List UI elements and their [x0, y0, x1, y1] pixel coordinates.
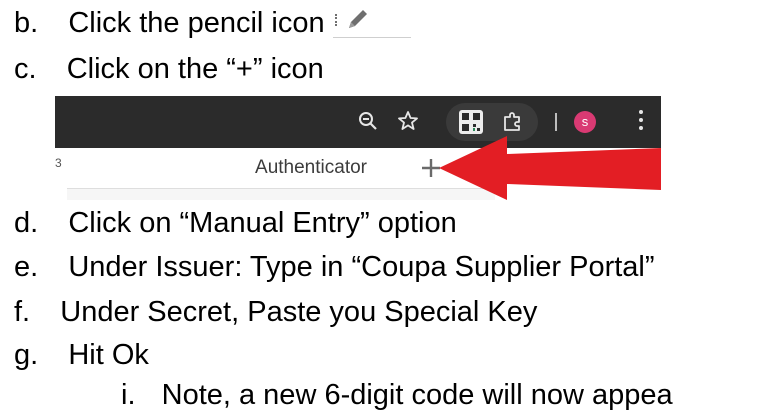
step-marker: c.	[14, 53, 37, 85]
pencil-icon	[332, 6, 411, 40]
step-e: e. Under Issuer: Type in “Coupa Supplier…	[14, 250, 655, 284]
substep-i: i. Note, a new 6-digit code will now app…	[121, 378, 673, 412]
step-marker: g.	[14, 339, 39, 371]
step-marker: b.	[14, 7, 39, 39]
step-text: Click the pencil icon	[68, 7, 325, 39]
step-text: Click on “Manual Entry” option	[68, 207, 457, 239]
step-c: c. Click on the “+” icon	[14, 52, 324, 86]
step-b: b. Click the pencil icon	[14, 6, 411, 40]
red-arrow-icon	[439, 136, 661, 200]
step-text: Click on the “+” icon	[66, 53, 324, 85]
step-text: Under Issuer: Type in “Coupa Supplier Po…	[68, 251, 655, 283]
step-marker: d.	[14, 207, 39, 239]
step-d: d. Click on “Manual Entry” option	[14, 206, 457, 240]
step-g: g. Hit Ok	[14, 338, 149, 372]
step-text: Under Secret, Paste you Special Key	[60, 296, 538, 328]
step-marker: e.	[14, 251, 39, 283]
step-text: Hit Ok	[68, 339, 149, 371]
substep-text: Note, a new 6-digit code will now appea	[161, 379, 673, 411]
step-f: f. Under Secret, Paste you Special Key	[14, 295, 537, 329]
substep-marker: i.	[121, 379, 136, 411]
step-marker: f.	[14, 296, 31, 328]
document-page: b. Click the pencil icon c. Click on the…	[0, 0, 761, 415]
browser-screenshot: s 3 Authenticator	[55, 96, 661, 200]
